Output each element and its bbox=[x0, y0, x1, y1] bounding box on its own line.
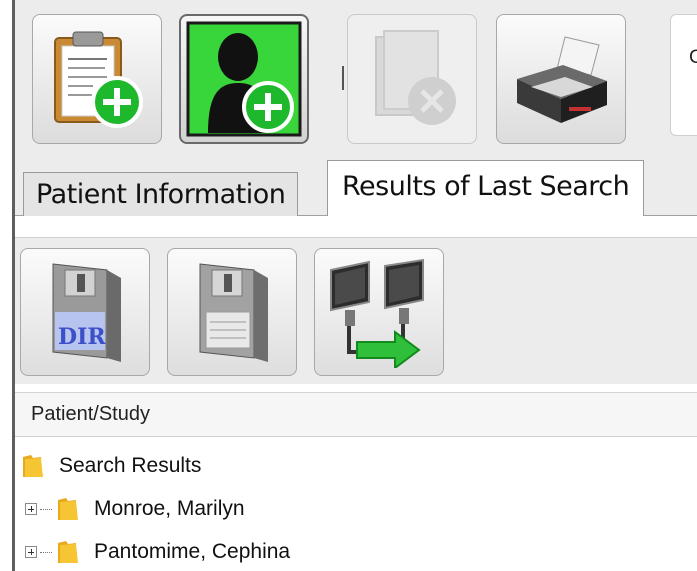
person-add-icon bbox=[186, 21, 302, 137]
clipboard-add-icon bbox=[54, 31, 143, 128]
floppy-dir-icon: DIR bbox=[52, 263, 121, 362]
folder-icon bbox=[58, 498, 78, 520]
save-dicomdir-button[interactable]: DIR bbox=[20, 248, 150, 376]
folder-icon bbox=[23, 455, 43, 477]
tab-results-of-last-search[interactable]: Results of Last Search bbox=[327, 160, 645, 217]
main-toolbar: Cu bbox=[15, 0, 697, 160]
tree-connector bbox=[40, 551, 52, 553]
tree-connector bbox=[40, 508, 52, 510]
new-person-button[interactable] bbox=[179, 14, 309, 144]
tree-root-search-results[interactable]: Search Results bbox=[21, 450, 201, 482]
delete-study-icon bbox=[375, 30, 456, 125]
delete-study-button[interactable] bbox=[347, 14, 477, 144]
svg-text:DIR: DIR bbox=[58, 324, 106, 350]
mode-combo-text: Cu bbox=[689, 47, 697, 68]
tree-item-label: Pantomime, Cephina bbox=[94, 540, 291, 563]
tree-root-label: Search Results bbox=[59, 454, 202, 477]
save-button[interactable] bbox=[167, 248, 297, 376]
tree-header-label: Patient/Study bbox=[31, 403, 150, 425]
toolbar-separator bbox=[342, 66, 344, 90]
mode-combo[interactable]: Cu bbox=[670, 14, 697, 136]
results-tree: Search Results Monroe, Marilyn Pantomime… bbox=[15, 438, 697, 571]
transfer-button[interactable] bbox=[314, 248, 444, 376]
tab-strip: Patient Information Results of Last Sear… bbox=[15, 160, 697, 217]
tab-label: Results of Last Search bbox=[342, 171, 630, 202]
tree-row-patient[interactable]: Pantomime, Cephina bbox=[25, 536, 290, 568]
folder-icon bbox=[58, 541, 78, 563]
computer-transfer-icon bbox=[330, 258, 424, 368]
tab-content-strip bbox=[15, 216, 697, 238]
expand-icon[interactable] bbox=[25, 503, 37, 515]
results-toolbar: DIR bbox=[15, 238, 697, 384]
tree-row-patient[interactable]: Monroe, Marilyn bbox=[25, 493, 245, 525]
expand-icon[interactable] bbox=[25, 546, 37, 558]
tree-item-label: Monroe, Marilyn bbox=[94, 497, 245, 520]
new-patient-button[interactable] bbox=[32, 14, 162, 144]
print-button[interactable] bbox=[496, 14, 626, 144]
printer-icon bbox=[517, 36, 607, 123]
tab-patient-information[interactable]: Patient Information bbox=[23, 172, 299, 216]
tab-label: Patient Information bbox=[36, 179, 286, 210]
tree-column-header[interactable]: Patient/Study bbox=[15, 392, 697, 437]
floppy-disk-icon bbox=[199, 263, 268, 362]
